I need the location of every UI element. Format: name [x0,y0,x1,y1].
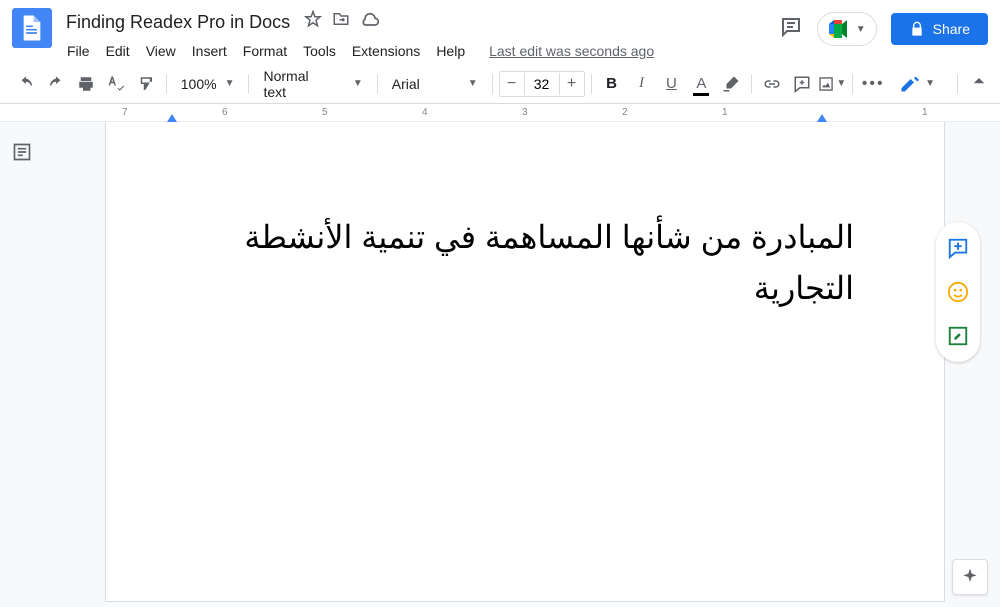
title-row: Finding Readex Pro in Docs [60,8,779,37]
ruler-mark: 1 [922,107,928,118]
menu-view[interactable]: View [139,39,183,63]
italic-button[interactable]: I [628,70,656,98]
font-size-input[interactable]: 32 [524,73,560,95]
menu-format[interactable]: Format [236,39,294,63]
header-right: ▼ Share [779,8,988,46]
move-icon[interactable] [332,10,350,35]
ruler-track: 7 6 5 4 3 2 1 1 [82,104,1000,121]
add-comment-fab[interactable] [942,232,974,264]
ruler-mark: 6 [222,107,228,118]
docs-logo[interactable] [12,8,52,48]
bold-button[interactable]: B [598,70,626,98]
paint-format-button[interactable] [132,70,160,98]
meet-button[interactable]: ▼ [817,12,877,46]
paragraph-style-value: Normal text [263,68,334,100]
ruler-mark: 1 [722,107,728,118]
title-icons [304,10,380,35]
share-button[interactable]: Share [891,13,988,45]
last-edit-link[interactable]: Last edit was seconds ago [482,39,661,63]
pencil-icon [899,74,919,94]
text-color-button[interactable]: A [687,70,715,98]
menu-tools[interactable]: Tools [296,39,343,63]
highlight-button[interactable] [717,70,745,98]
toolbar-right: ▼ [889,68,988,100]
star-icon[interactable] [304,10,322,35]
doc-title[interactable]: Finding Readex Pro in Docs [60,10,296,35]
chevron-down-icon: ▼ [225,78,235,89]
insert-comment-button[interactable] [788,70,816,98]
page-container: المبادرة من شأنها المساهمة في تنمية الأن… [50,122,1000,607]
chevron-down-icon: ▼ [468,78,478,89]
more-button[interactable]: ••• [859,70,887,98]
comment-history-icon[interactable] [779,15,803,44]
separator [492,74,493,94]
explore-button[interactable] [952,559,988,595]
zoom-select[interactable]: 100% ▼ [173,72,243,96]
separator [166,74,167,94]
menu-edit[interactable]: Edit [99,39,137,63]
font-family-select[interactable]: Arial ▼ [384,72,486,96]
meet-icon [828,19,852,39]
outline-toggle-icon[interactable] [12,149,32,166]
print-button[interactable] [72,70,100,98]
header-center: Finding Readex Pro in Docs File Edit Vie… [60,8,779,63]
ruler[interactable]: 7 6 5 4 3 2 1 1 [0,104,1000,122]
suggest-edits-fab[interactable] [942,320,974,352]
explore-icon [960,567,980,587]
ruler-indent-right[interactable] [817,114,827,122]
separator [248,74,249,94]
font-size-control: − 32 + [499,71,585,97]
insert-image-button[interactable]: ▼ [818,70,846,98]
font-size-decrease[interactable]: − [500,72,524,96]
ruler-mark: 3 [522,107,528,118]
chevron-down-icon: ▼ [925,78,935,89]
separator [852,74,853,94]
share-label: Share [933,21,970,37]
emoji-reaction-fab[interactable] [942,276,974,308]
separator [591,74,592,94]
undo-button[interactable] [12,70,40,98]
menu-insert[interactable]: Insert [185,39,234,63]
ruler-mark: 2 [622,107,628,118]
chevron-down-icon: ▼ [353,78,363,89]
separator [751,74,752,94]
ruler-mark: 7 [122,107,128,118]
document-content[interactable]: المبادرة من شأنها المساهمة في تنمية الأن… [204,212,854,314]
underline-button[interactable]: U [657,70,685,98]
chevron-down-icon: ▼ [836,78,846,89]
outline-sidebar [0,122,50,607]
editing-mode-button[interactable]: ▼ [889,68,945,100]
lock-icon [909,21,925,37]
ruler-mark: 4 [422,107,428,118]
font-family-value: Arial [392,76,420,92]
menu-extensions[interactable]: Extensions [345,39,427,63]
menubar: File Edit View Insert Format Tools Exten… [60,37,779,63]
hide-menus-button[interactable] [970,72,988,95]
document-page[interactable]: المبادرة من شأنها المساهمة في تنمية الأن… [105,122,945,602]
fab-panel [936,222,980,362]
separator [957,74,958,94]
paragraph-style-select[interactable]: Normal text ▼ [255,64,370,104]
toolbar: 100% ▼ Normal text ▼ Arial ▼ − 32 + B I … [0,64,1000,104]
menu-help[interactable]: Help [429,39,472,63]
font-size-increase[interactable]: + [560,72,584,96]
zoom-value: 100% [181,76,217,92]
spellcheck-button[interactable] [102,70,130,98]
app-header: Finding Readex Pro in Docs File Edit Vie… [0,0,1000,64]
text-color-indicator [693,93,709,96]
redo-button[interactable] [42,70,70,98]
canvas-area: المبادرة من شأنها المساهمة في تنمية الأن… [0,122,1000,607]
cloud-status-icon[interactable] [360,10,380,35]
chevron-down-icon: ▼ [856,24,866,35]
docs-file-icon [22,15,42,41]
separator [377,74,378,94]
menu-file[interactable]: File [60,39,97,63]
ruler-mark: 5 [322,107,328,118]
insert-link-button[interactable] [758,70,786,98]
ruler-indent-left[interactable] [167,114,177,122]
